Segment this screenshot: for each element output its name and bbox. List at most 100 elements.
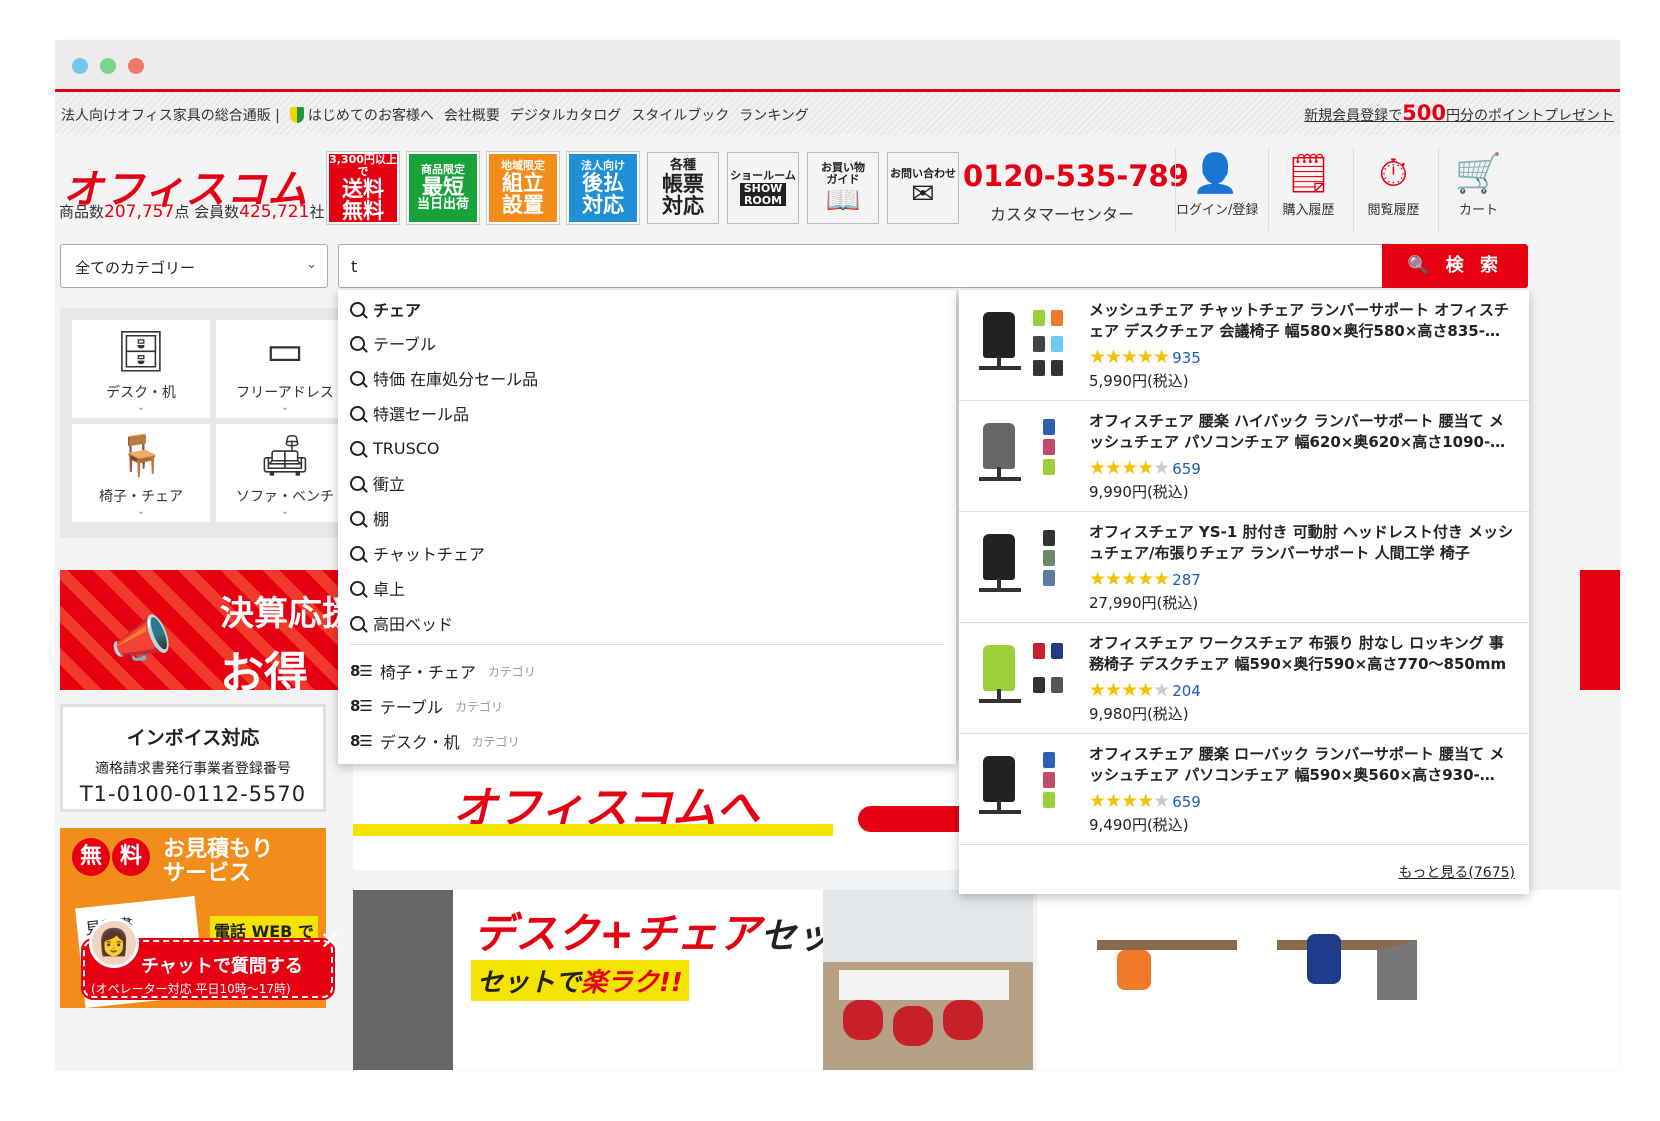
window-minimize-dot[interactable]	[100, 58, 116, 74]
purchase-history-button[interactable]: 🗒 購入履歴	[1268, 147, 1348, 231]
campaign-banner[interactable]: 決算応援 📣 お得	[60, 570, 340, 690]
product-suggestion[interactable]: オフィスチェア 腰楽 ハイバック ランバーサポート 腰当て メッシュチェア パソ…	[959, 401, 1529, 512]
suggestion-label: 衝立	[373, 475, 406, 494]
window-close-dot[interactable]	[72, 58, 88, 74]
category-sofa[interactable]: 🛋 ソファ・ベンチ ⌄	[216, 424, 354, 522]
product-suggestion[interactable]: オフィスチェア ワークスチェア 布張り 肘なし ロッキング 事務椅子 デスクチェ…	[959, 623, 1529, 734]
badge-line1: 送料	[342, 176, 384, 201]
category-tag: カテゴリ	[487, 664, 536, 679]
nav-stylebook[interactable]: スタイルブック	[631, 105, 729, 125]
login-button[interactable]: 👤 ログイン/登録	[1175, 147, 1258, 231]
product-suggestion[interactable]: オフィスチェア YS-1 肘付き 可動肘 ヘッドレスト付き メッシュチェア/布張…	[959, 512, 1529, 623]
same-day-shipping-badge[interactable]: 商品限定 最短 当日出荷	[407, 152, 479, 224]
browsing-history-button[interactable]: ⏱ 閲覧履歴	[1353, 147, 1433, 231]
banner-stripe	[353, 824, 833, 836]
suggestion-item[interactable]: テーブル	[350, 328, 436, 358]
color-swatch	[1033, 360, 1045, 376]
category-suggestion[interactable]: 8☰ テーブル カテゴリ	[350, 691, 503, 721]
category-free-address[interactable]: ▭ フリーアドレス ⌄	[216, 320, 354, 418]
chair-shape	[1117, 950, 1151, 990]
desk-chair-set-banner[interactable]: デスク+チェアセット セットで楽ラク!!	[353, 890, 823, 1070]
cart-button[interactable]: 🛒 カート	[1438, 147, 1518, 231]
product-price: 5,990円(税込)	[1089, 372, 1189, 390]
nav-beginner[interactable]: はじめてのお客様へ	[289, 105, 434, 125]
beginner-banner[interactable]: オフィスコムへ	[353, 760, 963, 870]
category-suggestion[interactable]: 8☰ 椅子・チェア カテゴリ	[350, 656, 536, 686]
close-icon[interactable]: ✕	[317, 928, 343, 954]
chair-image	[979, 366, 1021, 370]
deferred-payment-badge[interactable]: 法人向け 後払 対応	[567, 152, 639, 224]
category-select-value: 全てのカテゴリー	[75, 259, 196, 277]
suggestion-item[interactable]: チェア	[350, 294, 421, 324]
badge-small: 3,300円以上で	[329, 153, 397, 178]
color-swatch	[1033, 310, 1045, 326]
chair-image	[983, 312, 1015, 358]
color-swatch	[1051, 677, 1063, 693]
search-icon	[350, 405, 365, 421]
search-icon	[350, 615, 365, 631]
product-price: 9,980円(税込)	[1089, 705, 1189, 723]
free-shipping-badge[interactable]: 3,300円以上で 送料 無料	[327, 152, 399, 224]
signup-promo-link[interactable]: 新規会員登録で500円分のポイントプレゼント	[1304, 101, 1614, 125]
color-swatch	[1033, 336, 1045, 352]
product-thumbnail	[977, 304, 1067, 386]
browser-window: 法人向けオフィス家具の総合通販 | はじめてのお客様へ 会社概要 デジタルカタロ…	[55, 40, 1620, 1070]
campaign-sub: お得	[220, 648, 308, 690]
product-suggestion[interactable]: オフィスチェア 腰楽 ローバック ランバーサポート 腰当て メッシュチェア パソ…	[959, 734, 1529, 845]
product-rating: ★★★★★ 659	[1089, 790, 1201, 812]
category-tag: カテゴリ	[454, 699, 503, 714]
product-thumbnail	[977, 415, 1067, 497]
suggestion-item[interactable]: 特価 在庫処分セール品	[350, 363, 538, 393]
assembly-badge[interactable]: 地域限定 組立 設置	[487, 152, 559, 224]
suggestion-label: 特選セール品	[373, 405, 470, 424]
set-title: デスク+チェア	[473, 909, 761, 958]
chevron-down-icon: ⌄	[280, 506, 290, 517]
phone-number[interactable]: 0120-535-789	[963, 159, 1189, 193]
search-button-label: 検 索	[1445, 255, 1503, 276]
nav-company[interactable]: 会社概要	[444, 105, 500, 125]
search-icon	[350, 545, 365, 561]
suggestion-item[interactable]: 高田ベッド	[350, 608, 453, 638]
color-swatch	[1051, 643, 1063, 659]
suggestion-item[interactable]: チャットチェア	[350, 538, 485, 568]
suggestion-item[interactable]: 棚	[350, 503, 389, 533]
star-rating-icon: ★★★★★	[1089, 346, 1170, 368]
nav-ranking[interactable]: ランキング	[739, 105, 809, 125]
suggestion-item[interactable]: 特選セール品	[350, 398, 469, 428]
chair-image	[983, 534, 1015, 580]
product-price: 9,990円(税込)	[1089, 483, 1189, 501]
suggestion-item[interactable]: TRUSCO	[350, 433, 440, 463]
suggestion-item[interactable]: 卓上	[350, 573, 405, 603]
invoice-title: インボイス対応	[126, 727, 260, 749]
product-suggestions: メッシュチェア チャットチェア ランバーサポート オフィスチェア デスクチェア …	[959, 290, 1529, 894]
showroom-badge[interactable]: ショールーム SHOW ROOM	[727, 152, 799, 224]
category-desk[interactable]: 🗄 デスク・机 ⌄	[72, 320, 210, 418]
color-swatch	[1051, 310, 1063, 326]
shopping-guide-badge[interactable]: お買い物 ガイド 📖	[807, 152, 879, 224]
color-swatch	[1043, 459, 1055, 475]
contact-badge[interactable]: お問い合わせ ✉	[887, 152, 959, 224]
category-select[interactable]: 全てのカテゴリー ⌄	[60, 244, 328, 288]
window-maximize-dot[interactable]	[128, 58, 144, 74]
category-panel: 🗄 デスク・机 ⌄ ▭ フリーアドレス ⌄ 🪑 椅子・チェア ⌄ 🛋 ソファ・ベ…	[60, 308, 354, 538]
search-input[interactable]: t	[338, 244, 1383, 288]
more-products-link[interactable]: もっと見る(7675)	[1398, 862, 1515, 882]
documents-badge[interactable]: 各種 帳票 対応	[647, 152, 719, 224]
counts-members: 425,721	[239, 202, 310, 222]
suggestion-item[interactable]: 衝立	[350, 468, 405, 498]
category-chair[interactable]: 🪑 椅子・チェア ⌄	[72, 424, 210, 522]
chair-image	[979, 810, 1021, 814]
mail-icon: ✉	[911, 176, 935, 210]
category-suggestion[interactable]: 8☰ デスク・机 カテゴリ	[350, 726, 520, 756]
chair-photo	[353, 890, 453, 1070]
chat-hours: (オペレーター対応 平日10時〜17時)	[91, 982, 291, 996]
product-thumbnail	[977, 748, 1067, 830]
star-rating-icon: ★★★★★	[1089, 679, 1170, 701]
suggestion-label: テーブル	[373, 335, 437, 354]
search-button[interactable]: 🔍 検 索	[1382, 244, 1528, 288]
customer-center-label: カスタマーセンター	[990, 205, 1135, 224]
nav-digital-catalog[interactable]: デジタルカタログ	[510, 105, 621, 125]
search-icon	[350, 580, 365, 596]
product-suggestion[interactable]: メッシュチェア チャットチェア ランバーサポート オフィスチェア デスクチェア …	[959, 290, 1529, 401]
star-rating-icon: ★★★★★	[1089, 568, 1170, 590]
